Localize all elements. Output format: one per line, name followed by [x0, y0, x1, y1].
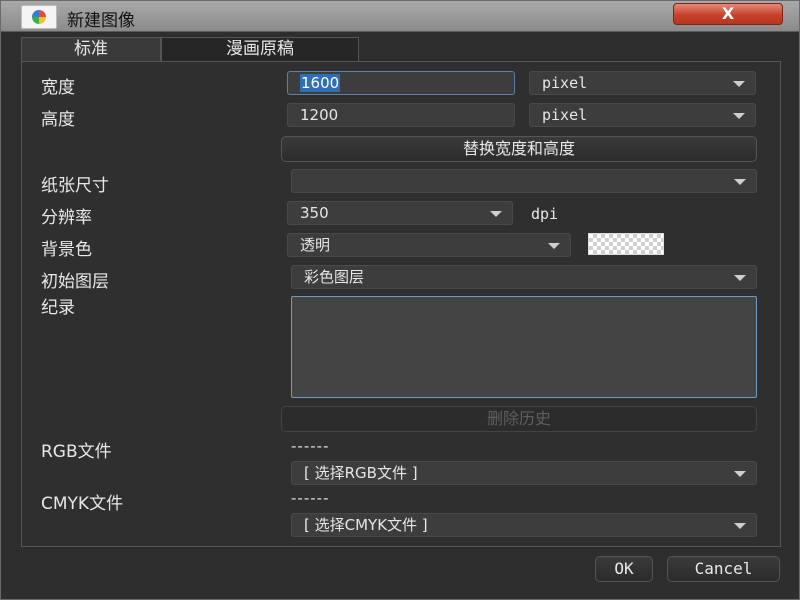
height-unit-select[interactable]: pixel — [529, 103, 756, 127]
dropdown-arrow-icon — [733, 113, 745, 119]
initial-layer-label: 初始图层 — [41, 272, 109, 292]
height-input[interactable]: 1200 — [287, 103, 515, 127]
width-unit-value: pixel — [542, 74, 588, 92]
width-input[interactable]: 1600 — [287, 71, 515, 95]
dropdown-arrow-icon — [733, 81, 745, 87]
resolution-select[interactable]: 350 — [287, 201, 513, 225]
dropdown-arrow-icon — [490, 211, 502, 217]
dropdown-arrow-icon — [734, 275, 746, 281]
width-value: 1600 — [300, 74, 341, 92]
initial-layer-select[interactable]: 彩色图层 — [291, 265, 757, 289]
app-icon — [21, 5, 57, 29]
dropdown-arrow-icon — [734, 471, 746, 477]
window-title: 新建图像 — [67, 11, 135, 31]
background-color-label: 背景色 — [41, 240, 92, 260]
cmyk-file-label: CMYK文件 — [41, 494, 124, 514]
swap-width-height-button[interactable]: 替换宽度和高度 — [281, 136, 757, 162]
cmyk-file-select-value: [ 选择CMYK文件 ] — [304, 516, 428, 534]
title-bar: 新建图像 X — [1, 1, 799, 32]
height-value: 1200 — [300, 106, 339, 124]
height-unit-value: pixel — [542, 106, 588, 124]
resolution-value: 350 — [300, 204, 329, 222]
dropdown-arrow-icon — [734, 523, 746, 529]
new-image-dialog: 新建图像 X 标准 漫画原稿 宽度 1600 pixel 高度 1200 pix… — [0, 0, 800, 600]
tab-standard[interactable]: 标准 — [21, 37, 161, 61]
width-label: 宽度 — [41, 78, 75, 98]
cmyk-file-select[interactable]: [ 选择CMYK文件 ] — [291, 513, 757, 537]
delete-history-button[interactable]: 删除历史 — [281, 406, 757, 432]
rgb-file-path: ------ — [291, 437, 330, 455]
cancel-button[interactable]: Cancel — [667, 556, 780, 582]
rgb-file-label: RGB文件 — [41, 442, 112, 462]
resolution-label: 分辨率 — [41, 208, 92, 228]
transparent-color-swatch[interactable] — [588, 233, 664, 255]
background-color-value: 透明 — [300, 236, 331, 254]
initial-layer-value: 彩色图层 — [304, 268, 365, 286]
rgb-file-select[interactable]: [ 选择RGB文件 ] — [291, 461, 757, 485]
background-color-select[interactable]: 透明 — [287, 233, 571, 257]
ok-button[interactable]: OK — [595, 556, 653, 582]
close-icon: X — [721, 4, 735, 23]
notes-textarea[interactable] — [291, 296, 757, 398]
tab-manga-manuscript[interactable]: 漫画原稿 — [161, 37, 359, 61]
rgb-file-select-value: [ 选择RGB文件 ] — [304, 464, 418, 482]
dropdown-arrow-icon — [548, 243, 560, 249]
notes-label: 纪录 — [41, 298, 75, 318]
width-unit-select[interactable]: pixel — [529, 71, 756, 95]
close-button[interactable]: X — [673, 3, 783, 25]
paper-size-select[interactable] — [291, 169, 757, 193]
height-label: 高度 — [41, 110, 75, 130]
cmyk-file-path: ------ — [291, 489, 330, 507]
dropdown-arrow-icon — [734, 179, 746, 185]
paper-size-label: 纸张尺寸 — [41, 176, 109, 196]
resolution-unit: dpi — [531, 205, 559, 223]
